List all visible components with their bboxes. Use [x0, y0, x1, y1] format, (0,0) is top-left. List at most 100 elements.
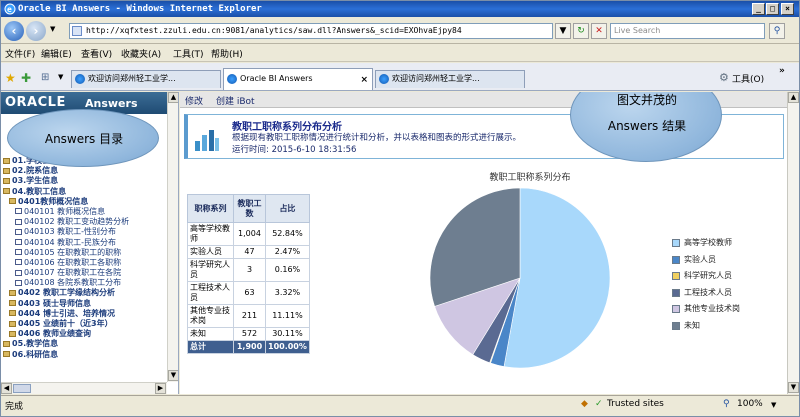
- tab-zzuli-2[interactable]: 欢迎访问郑州轻工业学...: [375, 70, 525, 88]
- zoom-level[interactable]: 100%: [737, 399, 763, 409]
- catalog-tree-item[interactable]: 03.学生信息: [3, 176, 167, 186]
- folder-icon: [3, 351, 10, 358]
- legend-entry: 其他专业技术岗: [672, 304, 740, 321]
- create-ibot-link[interactable]: 创建 iBot: [216, 94, 255, 107]
- report-doc-icon: [15, 279, 22, 286]
- legend-swatch: [672, 255, 680, 264]
- scroll-up-arrow-icon[interactable]: ▲: [168, 92, 178, 103]
- catalog-tree-label: 0406 教师业绩查询: [18, 329, 92, 339]
- catalog-vertical-scrollbar[interactable]: ▲ ▼: [167, 92, 178, 382]
- quick-tabs-icon[interactable]: ⊞: [41, 72, 49, 83]
- scroll-left-arrow-icon[interactable]: ◀: [1, 383, 12, 394]
- catalog-tree-item[interactable]: 040108 各院系教职工分布: [3, 278, 167, 288]
- stop-icon[interactable]: ✕: [591, 23, 607, 39]
- catalog-tree-label: 040108 各院系教职工分布: [24, 278, 122, 288]
- back-button[interactable]: ‹: [4, 21, 24, 41]
- folder-icon: [9, 330, 16, 337]
- catalog-tree-item[interactable]: 02.院系信息: [3, 166, 167, 176]
- menu-help[interactable]: 帮助(H): [211, 47, 243, 60]
- scroll-down-arrow-icon[interactable]: ▼: [168, 370, 178, 381]
- folder-icon: [9, 198, 16, 205]
- catalog-tree-item[interactable]: 040102 教职工变动趋势分析: [3, 217, 167, 227]
- catalog-tree-item[interactable]: 040106 在职教职工各职称: [3, 258, 167, 268]
- catalog-tree-item[interactable]: 040105 在职教职工的职称: [3, 248, 167, 258]
- tab-zzuli-1[interactable]: 欢迎访问郑州轻工业学...: [71, 70, 221, 88]
- total-ratio: 100.00%: [265, 340, 310, 354]
- menu-tools[interactable]: 工具(T): [173, 47, 204, 60]
- toolbar-overflow-icon[interactable]: »: [779, 66, 785, 76]
- url-field[interactable]: http://xqfxtest.zzuli.edu.cn:9081/analyt…: [69, 23, 553, 39]
- shield-icon: ◆: [581, 399, 588, 409]
- ie-tab-icon: [75, 74, 85, 84]
- add-favorite-icon[interactable]: ✚: [21, 71, 31, 85]
- table-row: 科学研究人员 3 0.16%: [187, 258, 310, 282]
- catalog-tree-item[interactable]: 0401教师概况信息: [3, 197, 167, 207]
- catalog-tree-label: 040103 教职工-性别分布: [24, 227, 116, 237]
- cell-count: 572: [233, 327, 266, 341]
- zoom-dropdown-icon[interactable]: ▼: [771, 401, 776, 409]
- tools-gear-icon[interactable]: ⚙: [719, 71, 729, 84]
- security-zone[interactable]: Trusted sites: [607, 399, 664, 409]
- catalog-tree-item[interactable]: 0402 教职工学缘结构分析: [3, 288, 167, 298]
- refresh-icon[interactable]: ↻: [573, 23, 589, 39]
- main-vertical-scrollbar[interactable]: ▲ ▼: [787, 92, 799, 394]
- total-count: 1,900: [233, 340, 266, 354]
- col-header-series: 职称系列: [187, 194, 234, 223]
- cell-count: 3: [233, 258, 266, 282]
- close-window-button[interactable]: ×: [781, 3, 794, 15]
- tab-oracle-bi-answers[interactable]: Oracle BI Answers ×: [223, 68, 373, 90]
- folder-icon: [9, 320, 16, 327]
- maximize-button[interactable]: □: [766, 3, 779, 15]
- scroll-down-arrow-icon[interactable]: ▼: [788, 382, 799, 393]
- catalog-tree-item[interactable]: 04.教职工信息: [3, 187, 167, 197]
- h-scroll-thumb[interactable]: [13, 384, 31, 393]
- menu-edit[interactable]: 编辑(E): [41, 47, 72, 60]
- catalog-tree-item[interactable]: 05.教学信息: [3, 339, 167, 349]
- callout-answers-catalog: Answers 目录: [7, 109, 159, 167]
- legend-label: 科学研究人员: [684, 271, 732, 280]
- table-total-row: 总计 1,900 100.00%: [187, 340, 310, 354]
- total-label: 总计: [187, 340, 234, 354]
- search-input[interactable]: Live Search: [610, 23, 765, 39]
- catalog-tree-item[interactable]: 040104 教职工-民族分布: [3, 238, 167, 248]
- catalog-tree-item[interactable]: 0404 博士引进、培养情况: [3, 309, 167, 319]
- cell-series: 实验人员: [187, 245, 234, 259]
- forward-button[interactable]: ›: [26, 21, 46, 41]
- tools-menu[interactable]: 工具(O): [732, 72, 764, 85]
- search-icon[interactable]: ⚲: [769, 23, 785, 39]
- catalog-tree-item[interactable]: 0403 硕士导师信息: [3, 299, 167, 309]
- catalog-tree-item[interactable]: 0405 业绩前十（近3年）: [3, 319, 167, 329]
- menu-favorites[interactable]: 收藏夹(A): [121, 47, 161, 60]
- tab-list-dropdown-icon[interactable]: ▼: [58, 73, 63, 81]
- catalog-tree-label: 0404 博士引进、培养情况: [18, 308, 116, 318]
- history-dropdown-icon[interactable]: ▼: [50, 25, 55, 33]
- catalog-tree-item[interactable]: 06.科研信息: [3, 350, 167, 360]
- ie-tab-icon: [379, 74, 389, 84]
- browser-window: e Oracle BI Answers - Windows Internet E…: [0, 0, 800, 417]
- legend-swatch: [672, 321, 680, 330]
- legend-entry: 工程技术人员: [672, 288, 740, 305]
- scroll-right-arrow-icon[interactable]: ▶: [155, 383, 166, 394]
- menu-view[interactable]: 查看(V): [81, 47, 112, 60]
- catalog-tree-item[interactable]: 0406 教师业绩查询: [3, 329, 167, 339]
- folder-icon: [3, 188, 10, 195]
- close-tab-icon[interactable]: ×: [360, 72, 368, 88]
- url-dropdown-icon[interactable]: ▼: [555, 23, 571, 39]
- catalog-tree-item[interactable]: 040101 教师概况信息: [3, 207, 167, 217]
- legend-label: 高等学校教师: [684, 238, 732, 247]
- catalog-tree-item[interactable]: 040107 在职教职工在各院: [3, 268, 167, 278]
- page-icon: [72, 26, 82, 36]
- favorites-star-icon[interactable]: ★: [5, 71, 16, 85]
- modify-link[interactable]: 修改: [185, 94, 203, 107]
- cell-series: 高等学校教师: [187, 222, 234, 246]
- catalog-horizontal-scrollbar[interactable]: ◀ ▶: [1, 382, 167, 394]
- catalog-tree-label: 040102 教职工变动趋势分析: [24, 217, 130, 227]
- menu-file[interactable]: 文件(F): [5, 47, 35, 60]
- catalog-tree-item[interactable]: 040103 教职工-性别分布: [3, 227, 167, 237]
- catalog-tree-label: 03.学生信息: [12, 176, 59, 186]
- scroll-up-arrow-icon[interactable]: ▲: [788, 92, 799, 103]
- catalog-tree-label: 05.教学信息: [12, 339, 59, 349]
- report-doc-icon: [15, 208, 22, 215]
- folder-icon: [9, 289, 16, 296]
- minimize-button[interactable]: _: [752, 3, 765, 15]
